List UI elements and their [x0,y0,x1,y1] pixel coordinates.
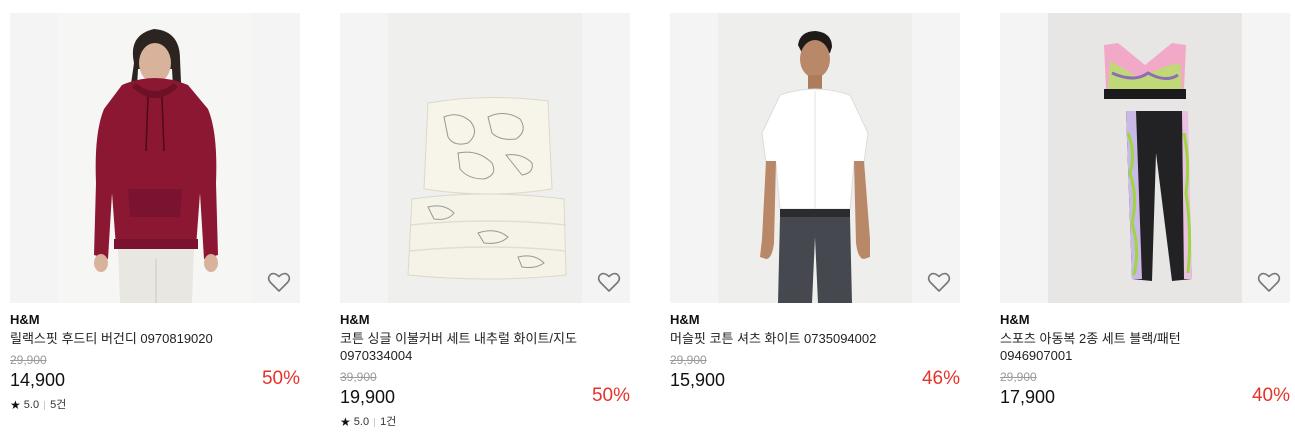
heart-outline-icon[interactable] [596,269,622,295]
heart-outline-icon[interactable] [926,269,952,295]
product-card[interactable]: H&M 코튼 싱글 이불커버 세트 내추럴 화이트/지도 0970334004 … [340,13,630,433]
product-name[interactable]: 스포츠 아동복 2종 세트 블랙/패턴 0946907001 [1000,330,1240,364]
divider [374,417,376,427]
star-icon: ★ [340,415,351,429]
product-card[interactable]: H&M 릴랙스핏 후드티 버건디 0970819020 29,900 14,90… [10,13,300,433]
price-block: 39,900 19,900 50% ★ 5.0 1건 [340,370,630,429]
product-thumbnail[interactable] [10,13,300,303]
rating-row: ★ 5.0 1건 [340,415,630,429]
price-block: 29,900 14,900 50% ★ 5.0 5건 [10,353,300,412]
heart-outline-icon[interactable] [1256,269,1282,295]
rating-score: 5.0 [353,416,370,428]
heart-outline-icon[interactable] [266,269,292,295]
product-image[interactable] [388,13,582,303]
product-image[interactable] [718,13,912,303]
product-brand: H&M [670,312,700,327]
divider [44,400,46,410]
original-price: 29,900 [10,353,47,367]
star-icon: ★ [10,398,21,412]
original-price: 29,900 [670,353,707,367]
product-thumbnail[interactable] [1000,13,1290,303]
product-name[interactable]: 머슬핏 코튼 셔츠 화이트 0735094002 [670,330,910,347]
product-name[interactable]: 릴랙스핏 후드티 버건디 0970819020 [10,330,250,347]
sale-price: 15,900 [670,370,726,390]
original-price: 29,900 [1000,370,1037,384]
sale-price: 17,900 [1000,387,1056,407]
product-name[interactable]: 코튼 싱글 이불커버 세트 내추럴 화이트/지도 0970334004 [340,330,580,364]
rating-score: 5.0 [23,399,40,411]
product-grid: H&M 릴랙스핏 후드티 버건디 0970819020 29,900 14,90… [10,13,1290,433]
sale-price: 19,900 [340,387,396,407]
product-thumbnail[interactable] [670,13,960,303]
price-block: 29,900 15,900 46% [670,353,960,392]
original-price: 39,900 [340,370,377,384]
discount-rate: 40% [1251,385,1290,406]
product-card[interactable]: H&M 스포츠 아동복 2종 세트 블랙/패턴 0946907001 29,90… [1000,13,1290,433]
product-card[interactable]: H&M 머슬핏 코튼 셔츠 화이트 0735094002 29,900 15,9… [670,13,960,433]
review-count: 1건 [380,416,397,428]
discount-rate: 50% [261,368,300,389]
sale-price: 14,900 [10,370,66,390]
price-block: 29,900 17,900 40% [1000,370,1290,409]
rating-row: ★ 5.0 5건 [10,398,300,412]
product-image[interactable] [58,13,252,303]
product-brand: H&M [1000,312,1030,327]
discount-rate: 46% [921,368,960,389]
review-count: 5건 [50,399,67,411]
product-image[interactable] [1048,13,1242,303]
product-brand: H&M [340,312,370,327]
product-thumbnail[interactable] [340,13,630,303]
product-brand: H&M [10,312,40,327]
discount-rate: 50% [591,385,630,406]
